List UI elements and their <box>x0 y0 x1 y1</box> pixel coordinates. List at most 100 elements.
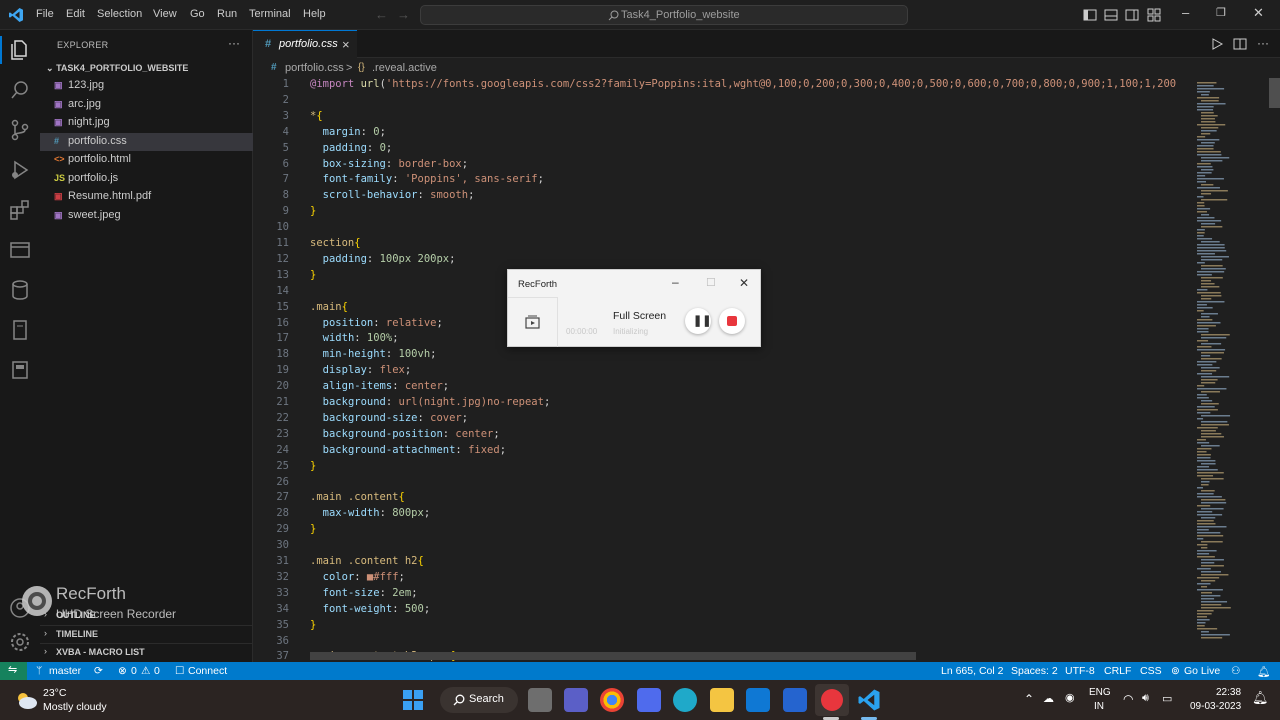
taskbar-search[interactable]: Search <box>440 687 518 713</box>
code-line[interactable]: background: url(night.jpg)no-repeat; <box>310 396 551 408</box>
volume-icon[interactable]: 🔊︎ <box>1142 692 1149 705</box>
code-line[interactable]: color: ■#fff; <box>310 571 405 583</box>
code-line[interactable]: scroll-behavior: smooth; <box>310 189 475 201</box>
error-count[interactable]: 0 <box>131 665 137 677</box>
stop-button[interactable] <box>719 308 745 334</box>
wifi-icon[interactable]: ◠ <box>1123 692 1133 706</box>
file-item[interactable]: JS portfolio.js <box>40 170 253 188</box>
show-hidden-icons-icon[interactable]: ⌃ <box>1024 692 1034 706</box>
menu-go[interactable]: Go <box>190 8 205 20</box>
code-line[interactable]: box-sizing: border-box; <box>310 158 468 170</box>
notebook-icon[interactable] <box>8 318 32 342</box>
code-line[interactable]: *{ <box>310 110 323 122</box>
chrome-icon[interactable] <box>600 688 624 712</box>
notifications-bell-icon[interactable]: 🔔︎ <box>1257 665 1270 678</box>
command-center-search[interactable]: Task4_Portfolio_website <box>420 5 908 25</box>
remote-explorer-icon[interactable] <box>8 238 32 262</box>
accounts-icon[interactable]: ⚇ <box>1231 665 1240 677</box>
language-mode[interactable]: CSS <box>1140 665 1162 677</box>
remote-indicator[interactable]: ⇋ <box>0 662 27 680</box>
code-line[interactable]: min-height: 100vh; <box>310 348 437 360</box>
code-line[interactable]: .main .content h2{ <box>310 555 424 567</box>
code-line[interactable]: font-size: 2em; <box>310 587 418 599</box>
menu-view[interactable]: View <box>153 8 177 20</box>
sync-icon[interactable]: ⟳ <box>94 665 103 677</box>
microsoft-store-icon[interactable] <box>637 688 661 712</box>
forward-arrow-icon[interactable]: → <box>397 7 410 22</box>
notification-center-icon[interactable]: 🔔︎ <box>1252 690 1269 706</box>
file-item[interactable]: ▣ sweet.jpeg <box>40 207 253 225</box>
code-line[interactable]: background-attachment: fixed; <box>310 444 506 456</box>
search-icon[interactable] <box>8 78 32 102</box>
go-live-button[interactable]: Go Live <box>1184 665 1220 677</box>
outlook-icon[interactable] <box>746 688 770 712</box>
code-line[interactable]: width: 100%; <box>310 332 399 344</box>
teams-chat-icon[interactable] <box>564 688 588 712</box>
source-control-icon[interactable] <box>8 118 32 142</box>
menu-help[interactable]: Help <box>303 8 326 20</box>
more-actions-icon[interactable]: ··· <box>228 36 240 50</box>
weather-desc[interactable]: Mostly cloudy <box>43 701 107 713</box>
recforth-taskbar-button[interactable] <box>815 684 849 716</box>
code-line[interactable]: .main .content{ <box>310 491 405 503</box>
code-line[interactable]: background-size: cover; <box>310 412 468 424</box>
toggle-secondary-sidebar-icon[interactable] <box>1125 8 1139 22</box>
menu-terminal[interactable]: Terminal <box>249 8 291 20</box>
close-tab-icon[interactable]: × <box>342 37 350 52</box>
warning-count[interactable]: 0 <box>154 665 160 677</box>
indentation[interactable]: Spaces: 2 <box>1011 665 1058 677</box>
vscode-logo-icon[interactable] <box>8 7 24 23</box>
vscode-taskbar-icon[interactable] <box>857 688 881 712</box>
toggle-panel-icon[interactable] <box>1104 8 1118 22</box>
explorer-icon[interactable] <box>8 38 32 62</box>
minimize-icon[interactable]: – <box>672 275 679 289</box>
macro-list-section[interactable]: › XVBA - MACRO LIST <box>40 643 253 661</box>
close-icon[interactable]: ✕ <box>739 276 749 290</box>
extensions-icon[interactable] <box>8 198 32 222</box>
minimize-icon[interactable]: – <box>1182 5 1189 20</box>
code-line[interactable]: display: flex; <box>310 364 412 376</box>
battery-icon[interactable]: ▭ <box>1162 692 1172 705</box>
menu-file[interactable]: File <box>36 8 54 20</box>
vertical-scrollbar[interactable] <box>1269 78 1280 108</box>
end-of-line[interactable]: CRLF <box>1104 665 1131 677</box>
code-line[interactable]: } <box>310 523 316 535</box>
database-icon[interactable] <box>8 278 32 302</box>
clock-time[interactable]: 22:38 <box>1216 687 1241 698</box>
restore-icon[interactable]: ❐ <box>1216 6 1226 19</box>
timeline-section[interactable]: › TIMELINE <box>40 625 253 643</box>
breadcrumb-symbol[interactable]: .reveal.active <box>372 62 437 74</box>
file-item[interactable]: <> portfolio.html <box>40 151 253 169</box>
code-line[interactable]: margin: 0; <box>310 126 386 138</box>
horizontal-scrollbar[interactable] <box>310 652 916 660</box>
breadcrumb-file[interactable]: portfolio.css <box>285 62 344 74</box>
windows-start-icon[interactable] <box>403 690 423 710</box>
code-line[interactable]: } <box>310 460 316 472</box>
run-icon[interactable] <box>1210 37 1224 51</box>
code-line[interactable]: padding: 0; <box>310 142 393 154</box>
todo-icon[interactable] <box>783 688 807 712</box>
split-editor-icon[interactable] <box>1233 37 1247 51</box>
file-item[interactable]: ▣ 123.jpg <box>40 77 253 95</box>
branch-name[interactable]: master <box>49 665 81 677</box>
more-editor-actions-icon[interactable]: ··· <box>1257 36 1269 50</box>
code-line[interactable]: section{ <box>310 237 361 249</box>
pause-button[interactable]: ❚❚ <box>685 308 711 334</box>
code-line[interactable]: align-items: center; <box>310 380 449 392</box>
macro-icon[interactable] <box>8 358 32 382</box>
task-view-icon[interactable] <box>528 688 552 712</box>
recordings-button[interactable] <box>508 297 558 347</box>
cursor-position[interactable]: Ln 665, Col 2 <box>941 665 1003 677</box>
back-arrow-icon[interactable]: ← <box>375 7 388 22</box>
menu-selection[interactable]: Selection <box>97 8 142 20</box>
code-line[interactable]: } <box>310 205 316 217</box>
code-line[interactable]: font-family: 'Poppins', sans-serif; <box>310 173 544 185</box>
code-line[interactable]: padding: 100px 200px; <box>310 253 456 265</box>
workspace-folder[interactable]: ⌄ TASK4_PORTFOLIO_WEBSITE <box>46 63 188 74</box>
code-line[interactable]: @import url('https://fonts.googleapis.co… <box>310 78 1176 90</box>
recording-indicator-icon[interactable]: ◉ <box>1065 691 1075 704</box>
code-line[interactable]: position: relative; <box>310 317 443 329</box>
code-line[interactable]: background-position: center; <box>310 428 500 440</box>
settings-gear-icon[interactable] <box>8 630 32 654</box>
onedrive-icon[interactable]: ☁ <box>1043 692 1054 705</box>
